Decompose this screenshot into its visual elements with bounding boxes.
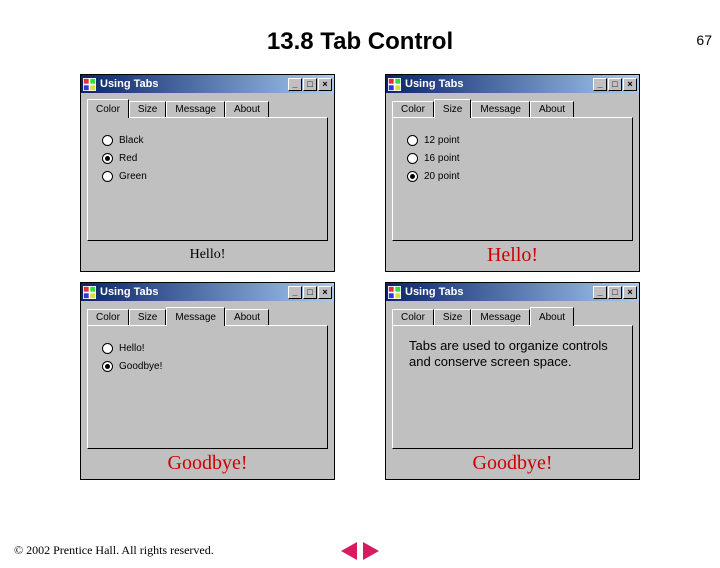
tabpage-message: Hello! Goodbye! xyxy=(87,325,328,449)
radio-black[interactable]: Black xyxy=(102,135,317,146)
maximize-button[interactable]: □ xyxy=(608,78,622,91)
tabstrip: Color Size Message About xyxy=(87,99,328,117)
output-label: Goodbye! xyxy=(392,449,633,477)
tabstrip: Color Size Message About xyxy=(392,307,633,325)
prev-slide-button[interactable] xyxy=(341,542,357,560)
window-title: Using Tabs xyxy=(405,78,463,90)
close-button[interactable]: × xyxy=(623,286,637,299)
minimize-button[interactable]: _ xyxy=(288,286,302,299)
output-label: Goodbye! xyxy=(87,449,328,477)
close-button[interactable]: × xyxy=(623,78,637,91)
tab-color[interactable]: Color xyxy=(392,101,434,117)
page-number: 67 xyxy=(696,32,712,48)
tab-size[interactable]: Size xyxy=(434,309,471,325)
window-about: Using Tabs _ □ × Color Size Message Abou… xyxy=(385,282,640,480)
tab-message[interactable]: Message xyxy=(166,307,225,326)
app-icon xyxy=(83,286,96,299)
copyright-footer: © 2002 Prentice Hall. All rights reserve… xyxy=(14,543,214,558)
radio-goodbye[interactable]: Goodbye! xyxy=(102,361,317,372)
app-icon xyxy=(388,286,401,299)
radio-label: 12 point xyxy=(424,135,460,146)
radio-label: Goodbye! xyxy=(119,361,162,372)
titlebar: Using Tabs _ □ × xyxy=(386,283,639,301)
tabpage-color: Black Red Green xyxy=(87,117,328,241)
section-heading: 13.8 Tab Control xyxy=(0,28,720,56)
radio-green[interactable]: Green xyxy=(102,171,317,182)
window-title: Using Tabs xyxy=(100,78,158,90)
window-message: Using Tabs _ □ × Color Size Message Abou… xyxy=(80,282,335,480)
window-size: Using Tabs _ □ × Color Size Message Abou… xyxy=(385,74,640,272)
tabstrip: Color Size Message About xyxy=(392,99,633,117)
tab-size[interactable]: Size xyxy=(434,99,471,118)
radio-label: Hello! xyxy=(119,343,145,354)
radio-label: Green xyxy=(119,171,147,182)
tab-size[interactable]: Size xyxy=(129,309,166,325)
output-label: Hello! xyxy=(87,241,328,269)
tabpage-about: Tabs are used to organize controls and c… xyxy=(392,325,633,449)
app-icon xyxy=(83,78,96,91)
tab-color[interactable]: Color xyxy=(87,99,129,118)
radio-hello[interactable]: Hello! xyxy=(102,343,317,354)
maximize-button[interactable]: □ xyxy=(303,78,317,91)
tabpage-size: 12 point 16 point 20 point xyxy=(392,117,633,241)
tab-message[interactable]: Message xyxy=(166,101,225,117)
radio-label: 16 point xyxy=(424,153,460,164)
tab-message[interactable]: Message xyxy=(471,309,530,325)
close-button[interactable]: × xyxy=(318,286,332,299)
radio-12pt[interactable]: 12 point xyxy=(407,135,622,146)
tab-about[interactable]: About xyxy=(530,307,574,326)
radio-16pt[interactable]: 16 point xyxy=(407,153,622,164)
screenshot-grid: Using Tabs _ □ × Color Size Message Abou… xyxy=(0,74,720,480)
tab-about[interactable]: About xyxy=(225,309,269,325)
window-color: Using Tabs _ □ × Color Size Message Abou… xyxy=(80,74,335,272)
next-slide-button[interactable] xyxy=(363,542,379,560)
tab-color[interactable]: Color xyxy=(87,309,129,325)
radio-label: Black xyxy=(119,135,143,146)
window-title: Using Tabs xyxy=(405,286,463,298)
tab-about[interactable]: About xyxy=(225,101,269,117)
minimize-button[interactable]: _ xyxy=(593,78,607,91)
tabstrip: Color Size Message About xyxy=(87,307,328,325)
tab-size[interactable]: Size xyxy=(129,101,166,117)
tab-about[interactable]: About xyxy=(530,101,574,117)
output-label: Hello! xyxy=(392,241,633,269)
radio-label: 20 point xyxy=(424,171,460,182)
titlebar: Using Tabs _ □ × xyxy=(81,75,334,93)
maximize-button[interactable]: □ xyxy=(303,286,317,299)
titlebar: Using Tabs _ □ × xyxy=(386,75,639,93)
close-button[interactable]: × xyxy=(318,78,332,91)
app-icon xyxy=(388,78,401,91)
about-text: Tabs are used to organize controls and c… xyxy=(407,336,622,373)
radio-red[interactable]: Red xyxy=(102,153,317,164)
window-title: Using Tabs xyxy=(100,286,158,298)
maximize-button[interactable]: □ xyxy=(608,286,622,299)
tab-color[interactable]: Color xyxy=(392,309,434,325)
nav-arrows xyxy=(341,542,379,560)
minimize-button[interactable]: _ xyxy=(288,78,302,91)
minimize-button[interactable]: _ xyxy=(593,286,607,299)
tab-message[interactable]: Message xyxy=(471,101,530,117)
titlebar: Using Tabs _ □ × xyxy=(81,283,334,301)
radio-label: Red xyxy=(119,153,137,164)
radio-20pt[interactable]: 20 point xyxy=(407,171,622,182)
